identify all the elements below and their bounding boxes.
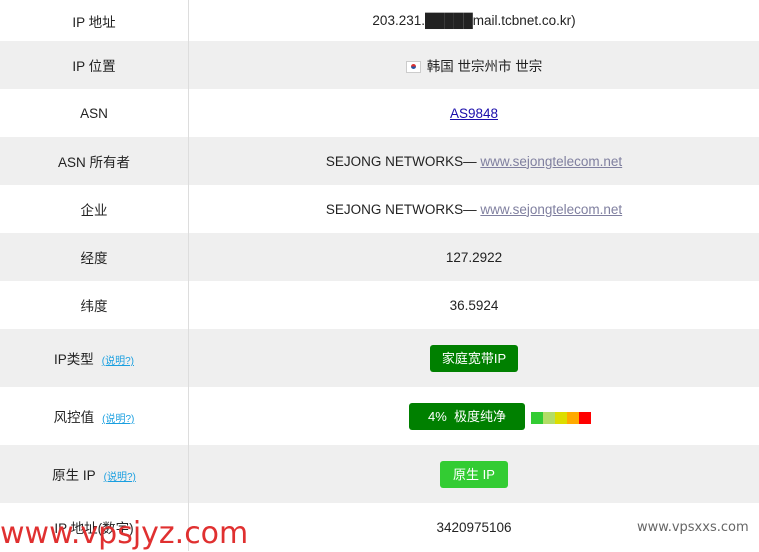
native-ip-help-link[interactable]: (说明?) [104,472,136,483]
row-company: 企业 SEJONG NETWORKS— www.sejongtelecom.ne… [0,185,759,233]
label-risk-score: 风控值 [53,410,95,425]
row-longitude: 经度 127.2922 [0,233,759,281]
row-ip-type: IP类型 (说明?) 家庭宽带IP [0,329,759,387]
label-latitude: 纬度 [0,281,189,329]
ip-type-help-link[interactable]: (说明?) [102,356,134,367]
company-site-link[interactable]: www.sejongtelecom.net [480,202,622,217]
value-latitude: 36.5924 [449,297,499,313]
risk-scale-segment [579,411,591,424]
row-native-ip: 原生 IP (说明?) 原生 IP [0,445,759,503]
risk-scale-segment [567,411,579,424]
risk-scale [531,409,591,424]
watermark-right: www.vpsxxs.com [637,520,749,535]
row-asn: ASN AS9848 [0,89,759,137]
row-ip-location: IP 位置 韩国 世宗州市 世宗 [0,41,759,89]
ip-info-table: IP 地址 203.231.█████mail.tcbnet.co.kr) IP… [0,0,759,551]
row-ip-address: IP 地址 203.231.█████mail.tcbnet.co.kr) [0,0,759,41]
label-asn-owner: ASN 所有者 [0,137,189,185]
asn-owner-org: SEJONG NETWORKS— [325,153,481,169]
risk-scale-segment [531,411,543,424]
label-company: 企业 [0,185,189,233]
label-longitude: 经度 [0,233,189,281]
value-ip-address: 203.231.█████mail.tcbnet.co.kr) [372,13,576,28]
risk-scale-segment [555,411,567,424]
risk-scale-segment [543,411,555,424]
label-ip-type: IP类型 [54,352,94,367]
row-asn-owner: ASN 所有者 SEJONG NETWORKS— www.sejongtelec… [0,137,759,185]
row-risk-score: 风控值 (说明?) 4% 极度纯净 [0,387,759,445]
native-ip-badge: 原生 IP [440,460,508,488]
kr-flag-icon [405,61,421,74]
label-native-ip: 原生 IP [52,468,96,483]
watermark-left: www.vpsjyz.com [0,516,249,551]
risk-score-badge: 4% 极度纯净 [409,402,525,430]
value-longitude: 127.2922 [188,233,759,281]
ip-type-badge: 家庭宽带IP [429,344,519,372]
asn-owner-site-link[interactable]: www.sejongtelecom.net [480,154,622,169]
label-ip-location: IP 位置 [0,41,189,89]
company-org: SEJONG NETWORKS— [325,201,481,217]
risk-score-help-link[interactable]: (说明?) [102,414,134,425]
label-ip-address: IP 地址 [0,0,189,41]
row-latitude: 纬度 36.5924 [0,281,759,329]
asn-link[interactable]: AS9848 [450,106,498,121]
value-ip-location: 韩国 世宗州市 世宗 [426,59,543,74]
label-asn: ASN [0,89,189,137]
